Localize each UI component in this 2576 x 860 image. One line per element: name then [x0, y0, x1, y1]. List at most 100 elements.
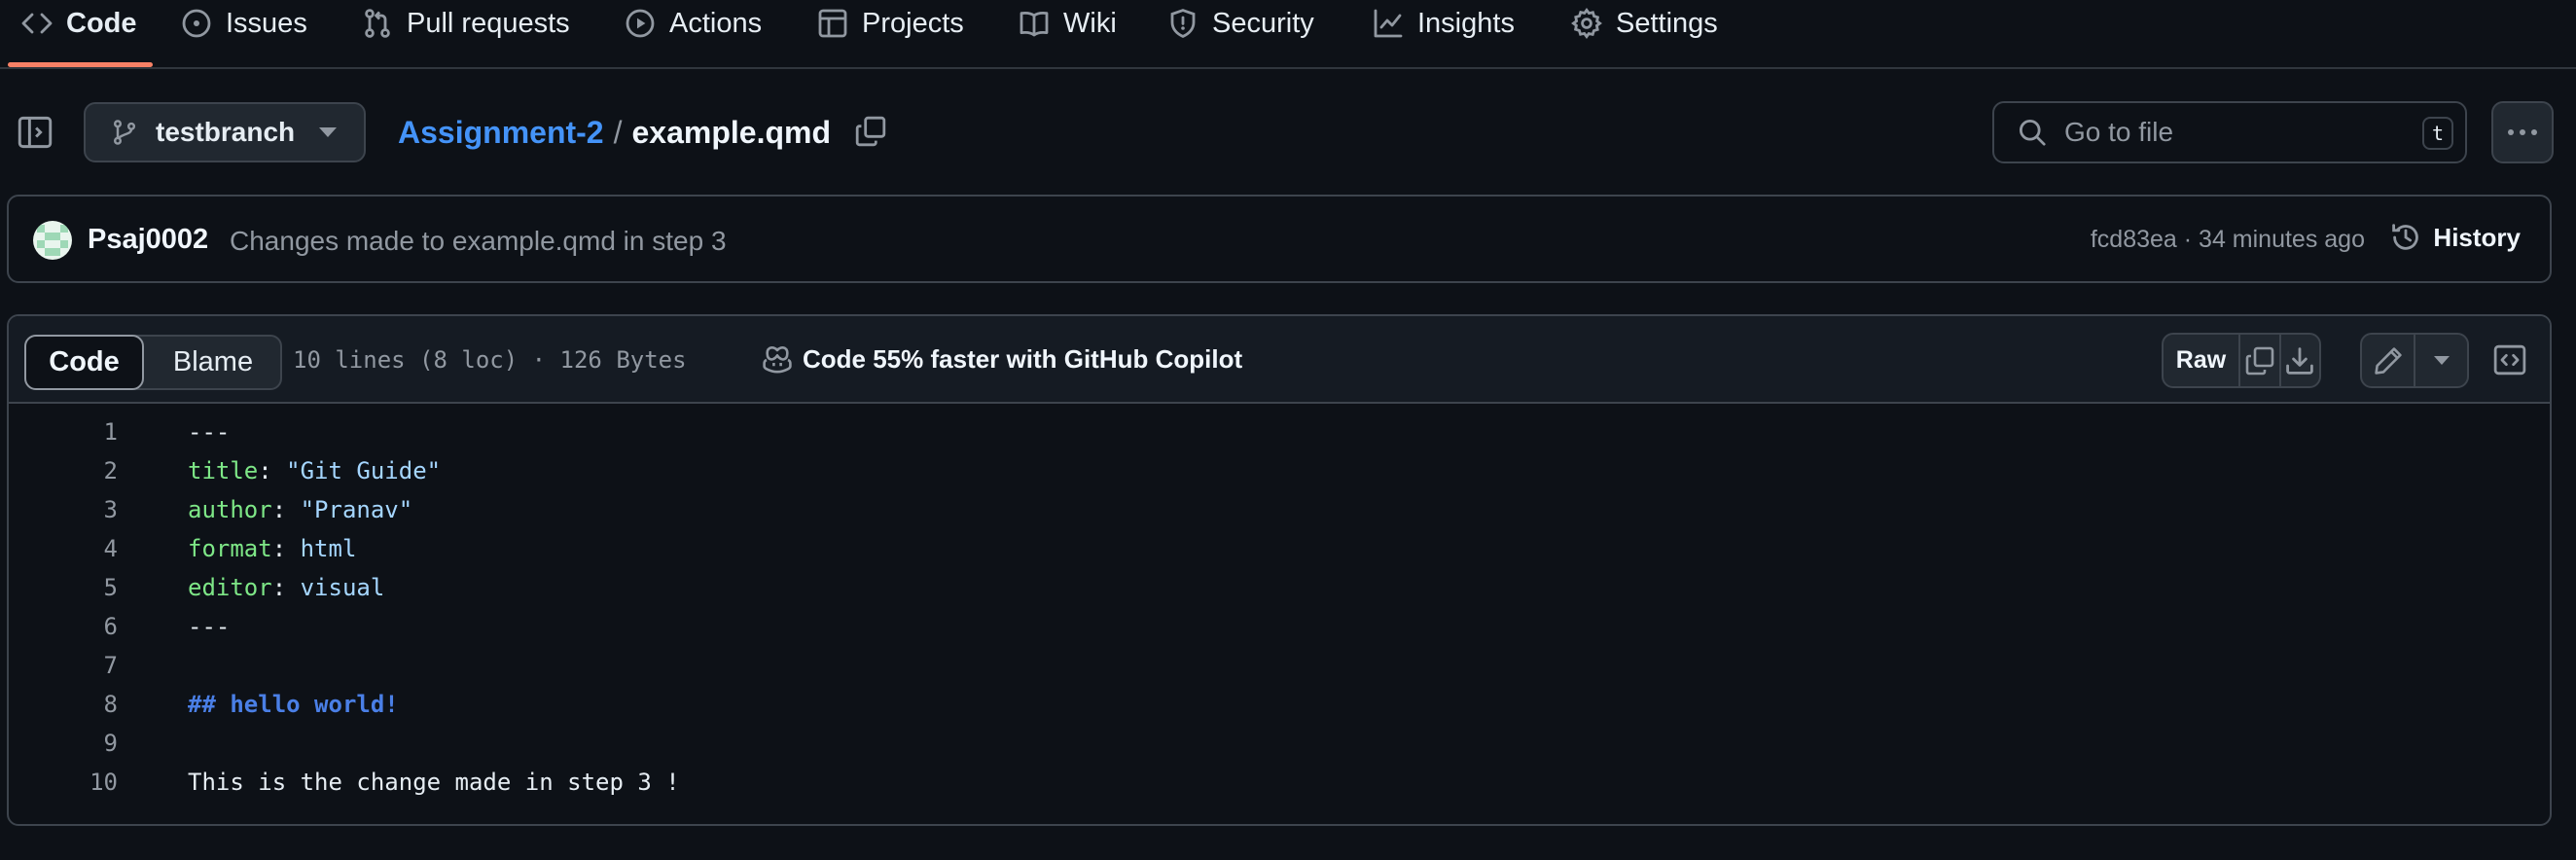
copy-raw-button[interactable] — [2238, 335, 2279, 386]
kebab-horizontal-icon — [2508, 129, 2537, 135]
branch-selector[interactable]: testbranch — [84, 102, 366, 162]
line-number[interactable]: 9 — [9, 724, 118, 763]
tab-projects[interactable]: Projects — [817, 0, 964, 47]
code-token: visual — [300, 574, 385, 601]
tab-settings-label: Settings — [1616, 7, 1718, 39]
code-token: : — [271, 535, 301, 562]
code-token: : — [258, 457, 287, 484]
code-token: "Pranav" — [300, 496, 413, 523]
file-toolbar: Code Blame 10 lines (8 loc) · 126 Bytes … — [9, 316, 2550, 404]
download-raw-button[interactable] — [2278, 335, 2320, 386]
code-icon — [21, 13, 53, 34]
breadcrumb-separator: / — [613, 114, 623, 150]
edit-button-group — [2360, 333, 2469, 388]
more-options-button[interactable] — [2491, 101, 2554, 163]
tab-issues-label: Issues — [226, 7, 307, 39]
tab-insights[interactable]: Insights — [1373, 0, 1515, 47]
sidebar-expand-icon[interactable] — [18, 115, 53, 150]
commit-message[interactable]: Changes made to example.qmd in step 3 — [230, 226, 727, 257]
tab-pull-requests[interactable]: Pull requests — [362, 0, 570, 47]
shortcut-key: t — [2422, 117, 2453, 150]
pencil-icon — [2374, 346, 2402, 375]
code-token: ## hello world! — [188, 691, 399, 718]
gear-icon — [1571, 8, 1602, 39]
chevron-down-icon — [319, 127, 337, 137]
line-number[interactable]: 7 — [9, 646, 118, 685]
code-token: html — [300, 535, 357, 562]
edit-file-button[interactable] — [2362, 335, 2414, 386]
code-line: 9 — [9, 724, 2550, 763]
copilot-promo-link[interactable]: Code 55% faster with GitHub Copilot — [762, 343, 1242, 375]
view-mode-toggle: Code Blame — [24, 335, 282, 390]
code-line: 3 author: "Pranav" — [9, 490, 2550, 529]
file-info: 10 lines (8 loc) · 126 Bytes — [293, 346, 687, 374]
line-number[interactable]: 8 — [9, 685, 118, 724]
go-to-file-input[interactable]: Go to file t — [1992, 101, 2467, 163]
symbols-panel-icon[interactable] — [2493, 343, 2526, 376]
edit-options-dropdown[interactable] — [2414, 335, 2467, 386]
triangle-down-icon — [2433, 356, 2450, 365]
tab-security[interactable]: Security — [1167, 0, 1314, 47]
copy-path-icon[interactable] — [854, 115, 887, 148]
commit-sha[interactable]: fcd83ea — [2091, 226, 2177, 254]
code-line: 7 — [9, 646, 2550, 685]
tab-code-label: Code — [66, 7, 137, 39]
code-view-button[interactable]: Code — [24, 335, 144, 390]
line-number[interactable]: 4 — [9, 529, 118, 568]
table-icon — [818, 9, 847, 38]
tab-actions-label: Actions — [669, 7, 763, 39]
history-button[interactable]: History — [2390, 222, 2521, 253]
code-token: author — [188, 496, 272, 523]
code-line: 1 --- — [9, 412, 2550, 451]
raw-copy-download-group: Raw — [2162, 333, 2321, 388]
line-number[interactable]: 10 — [9, 763, 118, 802]
graph-icon — [1374, 9, 1403, 38]
line-number[interactable]: 6 — [9, 607, 118, 646]
copilot-icon — [763, 345, 792, 374]
tab-actions[interactable]: Actions — [625, 0, 762, 47]
latest-commit-bar: Psaj0002 Changes made to example.qmd in … — [7, 195, 2552, 283]
tab-pull-requests-label: Pull requests — [407, 7, 570, 39]
copy-icon — [2245, 346, 2274, 375]
tab-projects-label: Projects — [862, 7, 964, 39]
code-token: "Git Guide" — [286, 457, 442, 484]
issue-opened-icon — [182, 9, 211, 38]
active-tab-underline — [8, 62, 153, 67]
tab-issues[interactable]: Issues — [181, 0, 307, 47]
commit-meta: fcd83ea · 34 minutes ago — [2091, 226, 2365, 254]
line-content: editor: visual — [188, 568, 384, 607]
download-icon — [2286, 346, 2314, 375]
code-line: 4 format: html — [9, 529, 2550, 568]
branch-name: testbranch — [156, 117, 296, 147]
git-pull-request-icon — [365, 9, 390, 38]
code-lines: 1 --- 2 title: "Git Guide" 3 author: "Pranav"… — [9, 412, 2550, 802]
tab-settings[interactable]: Settings — [1571, 0, 1718, 47]
line-number[interactable]: 1 — [9, 412, 118, 451]
code-token: editor — [188, 574, 272, 601]
history-icon — [2392, 224, 2419, 250]
line-content: --- — [188, 412, 230, 451]
code-line: 5 editor: visual — [9, 568, 2550, 607]
code-line: 2 title: "Git Guide" — [9, 451, 2550, 490]
line-number[interactable]: 2 — [9, 451, 118, 490]
tab-wiki[interactable]: Wiki — [1019, 0, 1117, 47]
history-label: History — [2433, 222, 2521, 252]
line-content: --- — [188, 607, 230, 646]
shield-icon — [1170, 9, 1196, 38]
line-content: author: "Pranav" — [188, 490, 412, 529]
breadcrumb-repo-link[interactable]: Assignment-2 — [398, 115, 604, 151]
code-token: format — [188, 535, 272, 562]
line-number[interactable]: 5 — [9, 568, 118, 607]
commit-author[interactable]: Psaj0002 — [88, 224, 208, 256]
avatar[interactable] — [33, 221, 72, 260]
commit-meta-separator: · — [2176, 226, 2200, 253]
repo-nav: Code Issues Pull requests Actions Projec… — [0, 0, 2576, 69]
raw-button[interactable]: Raw — [2164, 335, 2238, 386]
blame-view-button[interactable]: Blame — [144, 337, 282, 388]
line-content: This is the change made in step 3 ! — [188, 763, 680, 802]
code-token: --- — [188, 613, 231, 640]
line-number[interactable]: 3 — [9, 490, 118, 529]
code-line: 6 --- — [9, 607, 2550, 646]
tab-code[interactable]: Code — [21, 0, 137, 47]
line-content: format: html — [188, 529, 356, 568]
